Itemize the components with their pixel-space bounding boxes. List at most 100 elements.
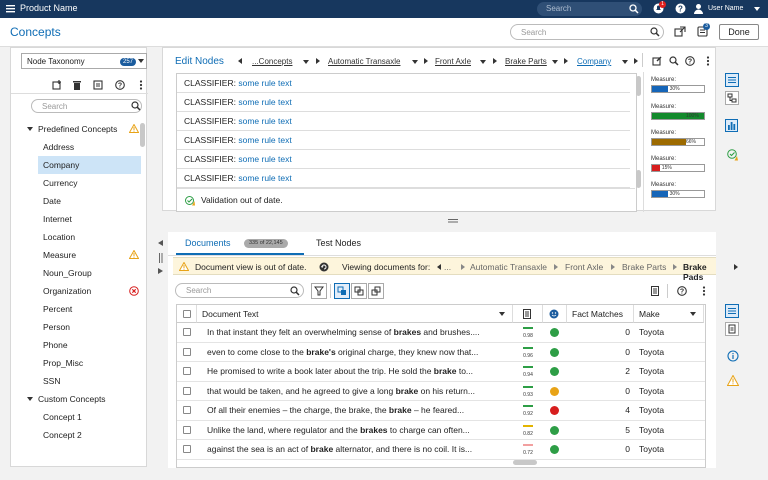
chevron-down-icon[interactable] — [552, 60, 558, 64]
chevron-down-icon[interactable] — [754, 7, 760, 11]
viewing-crumb[interactable]: ... — [444, 262, 451, 272]
column-header-score[interactable] — [513, 305, 543, 323]
chevron-right-icon[interactable] — [734, 264, 738, 270]
chevron-down-icon[interactable] — [480, 60, 486, 64]
breadcrumb-automatic-transaxle[interactable]: Automatic Transaxle — [328, 57, 400, 66]
chevron-right-icon[interactable] — [634, 58, 638, 64]
chevron-left-icon[interactable] — [238, 58, 242, 64]
tree-search-input[interactable]: Search — [31, 99, 142, 113]
menu-icon[interactable] — [6, 4, 15, 13]
tree-item-organization[interactable]: Organization — [11, 282, 139, 300]
row-checkbox[interactable] — [183, 445, 191, 453]
table-hscrollbar[interactable] — [513, 460, 537, 465]
search-icon[interactable] — [650, 27, 660, 37]
add-node-icon[interactable] — [52, 80, 62, 90]
tree-item-phone[interactable]: Phone — [11, 336, 139, 354]
done-button[interactable]: Done — [719, 24, 759, 40]
table-row[interactable]: Of all their enemies – the charge, the b… — [177, 401, 705, 421]
tree-item-company[interactable]: Company — [38, 156, 141, 174]
table-row[interactable]: even to come close to the brake's origin… — [177, 343, 705, 362]
column-header-fact-matches[interactable]: Fact Matches — [567, 305, 634, 323]
chevron-down-icon[interactable] — [303, 60, 309, 64]
rule-row[interactable]: CLASSIFIER: some rule text — [177, 74, 630, 93]
taxonomy-select[interactable]: Node Taxonomy 257 — [21, 53, 147, 69]
tree-scrollbar[interactable] — [140, 123, 145, 147]
chevron-left-icon[interactable] — [437, 264, 441, 270]
bar-chart-icon[interactable] — [725, 119, 739, 133]
help-icon[interactable]: ? — [677, 286, 687, 296]
concept-search-input[interactable]: Search — [510, 24, 664, 40]
tree-group-predefined[interactable]: Predefined Concepts — [11, 120, 139, 138]
rule-text[interactable]: some rule text — [238, 135, 291, 145]
tree-item-noun-group[interactable]: Noun_Group — [11, 264, 139, 282]
edit-rule-icon[interactable] — [652, 56, 662, 66]
more-options-icon[interactable] — [702, 286, 706, 296]
breadcrumb-company[interactable]: Company — [577, 57, 611, 66]
more-options-icon[interactable] — [139, 80, 143, 90]
hierarchy-icon[interactable] — [725, 91, 739, 105]
tree-item-concept-2[interactable]: Concept 2 — [11, 426, 139, 444]
row-checkbox[interactable] — [183, 347, 191, 356]
chevron-down-icon[interactable] — [27, 397, 33, 401]
rule-text[interactable]: some rule text — [238, 97, 291, 107]
column-header-make[interactable]: Make — [634, 305, 704, 323]
search-icon[interactable] — [290, 286, 300, 296]
document-search-input[interactable]: Search — [175, 283, 304, 298]
breadcrumb-concepts[interactable]: ...Concepts — [252, 57, 292, 66]
rule-row[interactable]: CLASSIFIER: some rule text — [177, 93, 630, 112]
user-avatar-icon[interactable] — [693, 3, 704, 14]
table-row[interactable]: that would be taken, and he agreed to gi… — [177, 382, 705, 401]
export-icon[interactable] — [674, 26, 686, 37]
tree-item-ssn[interactable]: SSN — [11, 372, 139, 390]
chevron-down-icon[interactable] — [622, 60, 628, 64]
row-checkbox[interactable] — [183, 406, 191, 414]
chevron-down-icon[interactable] — [690, 312, 696, 316]
chevron-down-icon[interactable] — [412, 60, 418, 64]
tree-item-location[interactable]: Location — [11, 228, 139, 246]
document-text-cell[interactable]: In that instant they felt an overwhelmin… — [207, 323, 507, 342]
tree-item-currency[interactable]: Currency — [11, 174, 139, 192]
collapse-left-icon[interactable] — [158, 240, 163, 246]
document-text-cell[interactable]: Unlike the land, where regulator and the… — [207, 421, 507, 440]
more-options-icon[interactable] — [706, 56, 710, 66]
info-icon[interactable] — [727, 350, 739, 362]
trash-icon[interactable] — [72, 80, 82, 90]
breadcrumb-front-axle[interactable]: Front Axle — [435, 57, 471, 66]
document-text-cell[interactable]: even to come close to the brake's origin… — [207, 343, 507, 362]
filter-button[interactable] — [311, 283, 327, 299]
document-icon[interactable] — [650, 286, 660, 296]
rule-text[interactable]: some rule text — [238, 78, 291, 88]
column-header-sentiment[interactable] — [543, 305, 567, 323]
properties-icon[interactable] — [93, 80, 103, 90]
help-icon[interactable]: ? — [115, 80, 125, 90]
rule-row[interactable]: CLASSIFIER: some rule text — [177, 131, 630, 150]
viewing-crumb[interactable]: Front Axle — [565, 262, 603, 272]
tree-group-custom[interactable]: Custom Concepts — [11, 390, 139, 408]
warning-icon[interactable] — [727, 375, 739, 386]
refresh-icon[interactable] — [319, 262, 329, 272]
tree-item-internet[interactable]: Internet — [11, 210, 139, 228]
tree-item-person[interactable]: Person — [11, 318, 139, 336]
table-row[interactable]: In that instant they felt an overwhelmin… — [177, 323, 705, 343]
tree-item-percent[interactable]: Percent — [11, 300, 139, 318]
resize-handle-icon[interactable] — [448, 219, 458, 223]
search-icon[interactable] — [669, 56, 679, 66]
table-row[interactable]: Unlike the land, where regulator and the… — [177, 421, 705, 440]
row-checkbox[interactable] — [183, 425, 191, 434]
rule-text[interactable]: some rule text — [238, 154, 291, 164]
tab-test-nodes[interactable]: Test Nodes — [316, 238, 361, 248]
notifications-icon[interactable]: 1 — [653, 1, 666, 14]
rule-text[interactable]: some rule text — [238, 116, 291, 126]
tree-item-concept-1[interactable]: Concept 1 — [11, 408, 139, 426]
tree-item-address[interactable]: Address — [11, 138, 139, 156]
help-icon[interactable]: ? — [675, 3, 686, 14]
help-icon[interactable]: ? — [685, 56, 695, 66]
table-row[interactable]: against the sea is an act of brake alter… — [177, 440, 705, 460]
top-search-input[interactable]: Search — [537, 2, 642, 16]
view-mode-3-button[interactable] — [368, 283, 384, 299]
document-text-cell[interactable]: that would be taken, and he agreed to gi… — [207, 382, 507, 401]
search-icon[interactable] — [131, 101, 141, 111]
row-checkbox[interactable] — [183, 367, 191, 375]
tree-item-date[interactable]: Date — [11, 192, 139, 210]
validate-icon[interactable] — [727, 149, 739, 161]
